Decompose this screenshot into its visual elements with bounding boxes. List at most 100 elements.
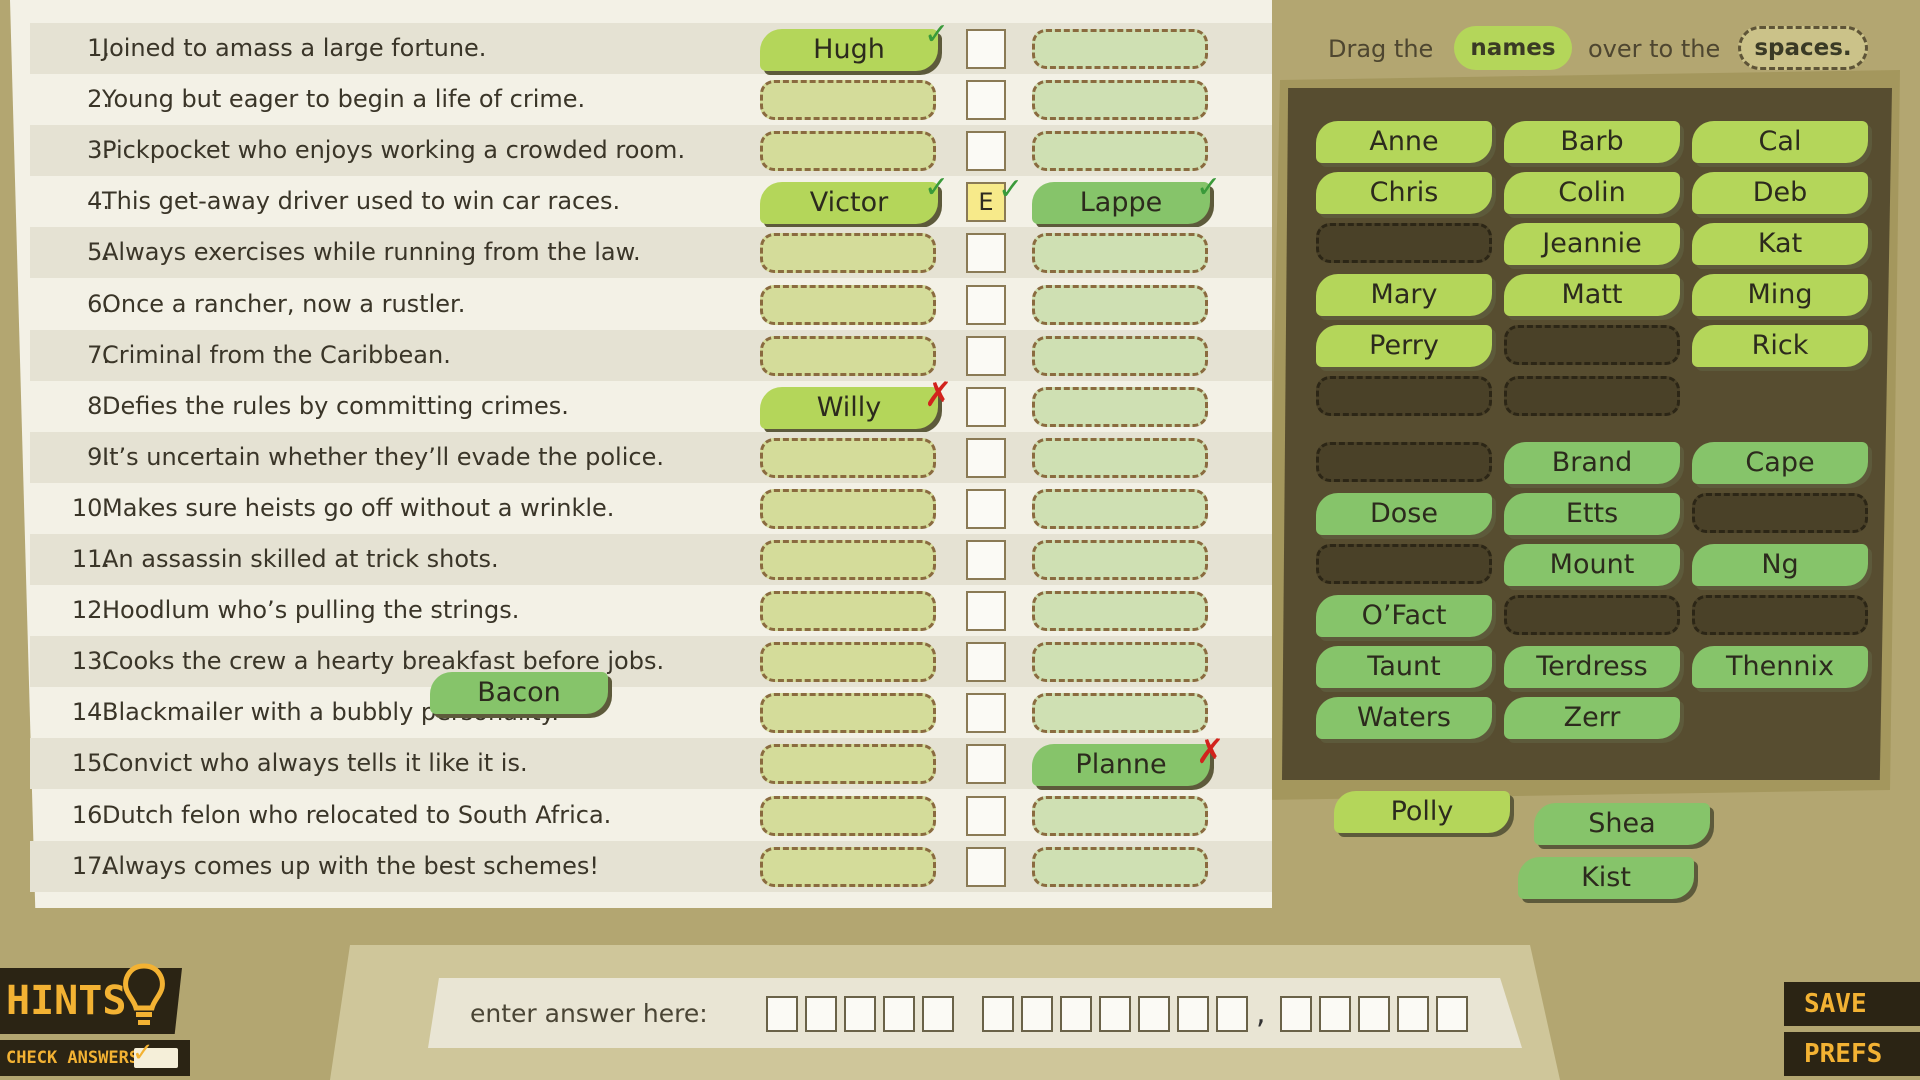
empty-bank-slot[interactable] xyxy=(1316,544,1492,584)
first-name-slot[interactable] xyxy=(760,846,936,887)
last-name-tile[interactable]: Taunt xyxy=(1316,646,1492,688)
first-name-tile[interactable]: Jeannie xyxy=(1504,223,1680,265)
answer-letter-box[interactable] xyxy=(805,996,837,1032)
initial-box[interactable] xyxy=(966,80,1006,121)
answer-letter-box[interactable] xyxy=(1358,996,1390,1032)
initial-box[interactable] xyxy=(966,29,1006,69)
empty-bank-slot[interactable] xyxy=(1316,442,1492,482)
empty-bank-slot[interactable] xyxy=(1504,595,1680,635)
initial-box[interactable] xyxy=(966,846,1006,887)
answer-letter-box[interactable] xyxy=(1319,996,1351,1032)
first-name-tile[interactable]: Deb xyxy=(1692,172,1868,214)
last-name-slot[interactable] xyxy=(1032,29,1208,69)
first-name-tile[interactable]: Willy xyxy=(760,386,938,429)
last-name-slot[interactable] xyxy=(1032,795,1208,836)
empty-bank-slot[interactable] xyxy=(1504,325,1680,365)
initial-box[interactable] xyxy=(966,488,1006,529)
answer-letter-box[interactable] xyxy=(1177,996,1209,1032)
last-name-tile[interactable]: Terdress xyxy=(1504,646,1680,688)
answer-letter-box[interactable] xyxy=(1099,996,1131,1032)
first-name-slot[interactable] xyxy=(760,437,936,478)
answer-letter-box[interactable] xyxy=(883,996,915,1032)
last-name-slot[interactable] xyxy=(1032,846,1208,887)
last-name-tile[interactable]: Dose xyxy=(1316,493,1492,535)
answer-letter-box[interactable] xyxy=(922,996,954,1032)
initial-box[interactable] xyxy=(966,437,1006,478)
first-name-slot[interactable] xyxy=(760,591,936,632)
initial-box[interactable] xyxy=(966,284,1006,325)
first-name-tile[interactable]: Chris xyxy=(1316,172,1492,214)
answer-letter-box[interactable] xyxy=(844,996,876,1032)
last-name-slot[interactable] xyxy=(1032,642,1208,683)
last-name-tile[interactable]: Lappe xyxy=(1032,182,1210,225)
first-name-tile[interactable]: Perry xyxy=(1316,325,1492,367)
last-name-tile[interactable]: O’Fact xyxy=(1316,595,1492,637)
initial-box[interactable] xyxy=(966,233,1006,274)
last-name-slot[interactable] xyxy=(1032,693,1208,734)
save-button[interactable]: SAVE xyxy=(1784,982,1920,1026)
last-name-tile[interactable]: Cape xyxy=(1692,442,1868,484)
first-name-tile[interactable]: Anne xyxy=(1316,121,1492,163)
first-name-tile[interactable]: Mary xyxy=(1316,274,1492,316)
last-name-slot[interactable] xyxy=(1032,437,1208,478)
first-name-slot[interactable] xyxy=(760,284,936,325)
empty-bank-slot[interactable] xyxy=(1504,376,1680,416)
last-name-slot[interactable] xyxy=(1032,386,1208,427)
last-name-slot[interactable] xyxy=(1032,131,1208,172)
initial-box[interactable] xyxy=(966,386,1006,427)
first-name-tile[interactable]: Victor xyxy=(760,182,938,225)
last-name-slot[interactable] xyxy=(1032,591,1208,632)
first-name-tile[interactable]: Polly xyxy=(1334,791,1510,833)
answer-letter-box[interactable] xyxy=(766,996,798,1032)
answer-letter-box[interactable] xyxy=(1216,996,1248,1032)
initial-box[interactable] xyxy=(966,795,1006,836)
initial-box[interactable] xyxy=(966,693,1006,734)
empty-bank-slot[interactable] xyxy=(1692,493,1868,533)
first-name-slot[interactable] xyxy=(760,795,936,836)
last-name-tile[interactable]: Etts xyxy=(1504,493,1680,535)
last-name-tile[interactable]: Ng xyxy=(1692,544,1868,586)
dragging-tile[interactable]: Bacon xyxy=(430,672,608,714)
first-name-tile[interactable]: Barb xyxy=(1504,121,1680,163)
initial-box[interactable] xyxy=(966,591,1006,632)
last-name-slot[interactable] xyxy=(1032,284,1208,325)
initial-box[interactable] xyxy=(966,540,1006,580)
answer-letter-box[interactable] xyxy=(1138,996,1170,1032)
empty-bank-slot[interactable] xyxy=(1316,223,1492,263)
last-name-tile[interactable]: Shea xyxy=(1534,803,1710,845)
empty-bank-slot[interactable] xyxy=(1316,376,1492,416)
first-name-tile[interactable]: Matt xyxy=(1504,274,1680,316)
answer-letter-box[interactable] xyxy=(1021,996,1053,1032)
first-name-slot[interactable] xyxy=(760,488,936,529)
answer-letter-box[interactable] xyxy=(1280,996,1312,1032)
first-name-slot[interactable] xyxy=(760,233,936,274)
answer-letter-box[interactable] xyxy=(1397,996,1429,1032)
last-name-tile[interactable]: Brand xyxy=(1504,442,1680,484)
last-name-tile[interactable]: Thennix xyxy=(1692,646,1868,688)
first-name-slot[interactable] xyxy=(760,335,936,376)
last-name-tile[interactable]: Kist xyxy=(1518,857,1694,899)
last-name-slot[interactable] xyxy=(1032,80,1208,121)
first-name-tile[interactable]: Kat xyxy=(1692,223,1868,265)
initial-box[interactable] xyxy=(966,131,1006,172)
last-name-tile[interactable]: Mount xyxy=(1504,544,1680,586)
initial-box[interactable] xyxy=(966,744,1006,785)
last-name-tile[interactable]: Waters xyxy=(1316,697,1492,739)
initial-box[interactable] xyxy=(966,335,1006,376)
first-name-tile[interactable]: Cal xyxy=(1692,121,1868,163)
first-name-tile[interactable]: Hugh xyxy=(760,29,938,71)
first-name-tile[interactable]: Rick xyxy=(1692,325,1868,367)
last-name-tile[interactable]: Zerr xyxy=(1504,697,1680,739)
first-name-slot[interactable] xyxy=(760,131,936,172)
answer-letter-box[interactable] xyxy=(1436,996,1468,1032)
last-name-slot[interactable] xyxy=(1032,335,1208,376)
last-name-slot[interactable] xyxy=(1032,540,1208,580)
first-name-tile[interactable]: Colin xyxy=(1504,172,1680,214)
last-name-slot[interactable] xyxy=(1032,233,1208,274)
initial-box[interactable] xyxy=(966,642,1006,683)
first-name-slot[interactable] xyxy=(760,693,936,734)
prefs-button[interactable]: PREFS xyxy=(1784,1032,1920,1076)
first-name-slot[interactable] xyxy=(760,80,936,121)
answer-letter-box[interactable] xyxy=(1060,996,1092,1032)
empty-bank-slot[interactable] xyxy=(1692,595,1868,635)
